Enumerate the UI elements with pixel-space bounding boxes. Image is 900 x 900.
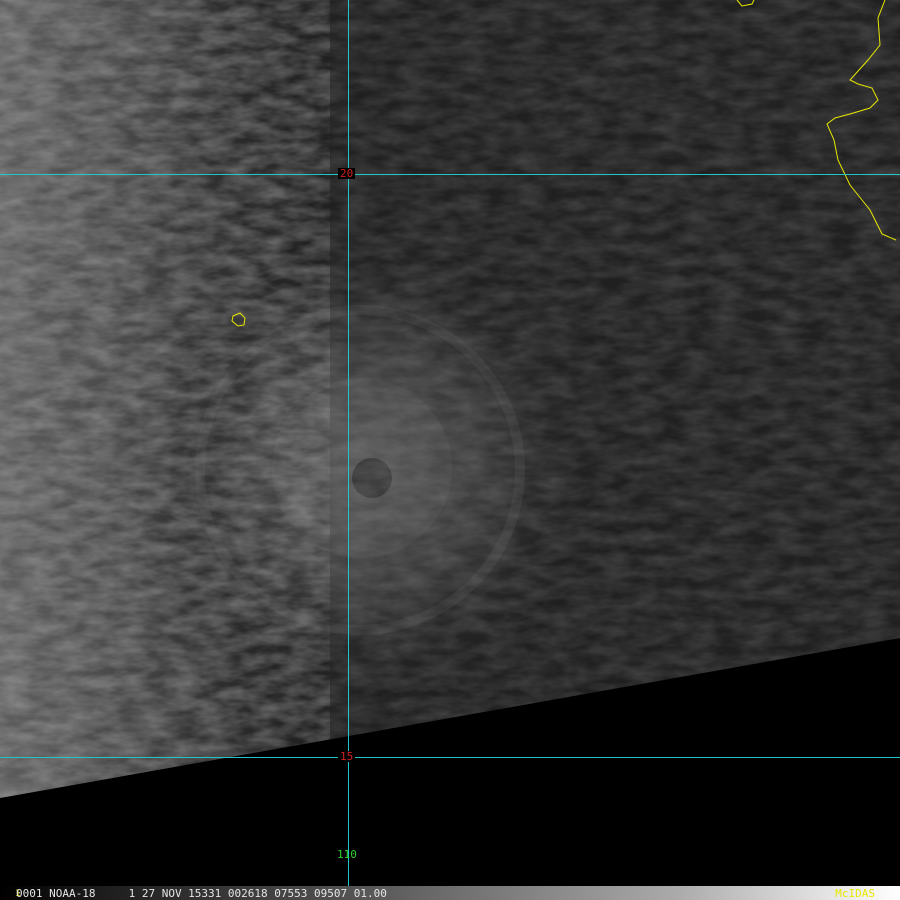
satellite-map[interactable]: 20 15 110: [0, 0, 900, 886]
satellite-imagery: [0, 0, 900, 886]
longitude-label-110: 110: [337, 848, 357, 861]
latitude-line-20: [0, 174, 900, 175]
latitude-line-15: [0, 757, 900, 758]
latitude-label-20: 20: [338, 167, 356, 180]
status-bar: 1 0001 NOAA-18 1 27 NOV 15331 002618 075…: [0, 886, 900, 900]
image-info-text: 0001 NOAA-18 1 27 NOV 15331 002618 07553…: [16, 887, 387, 900]
latitude-label-15: 15: [338, 750, 356, 763]
mcidas-brand: McIDAS: [835, 887, 875, 900]
